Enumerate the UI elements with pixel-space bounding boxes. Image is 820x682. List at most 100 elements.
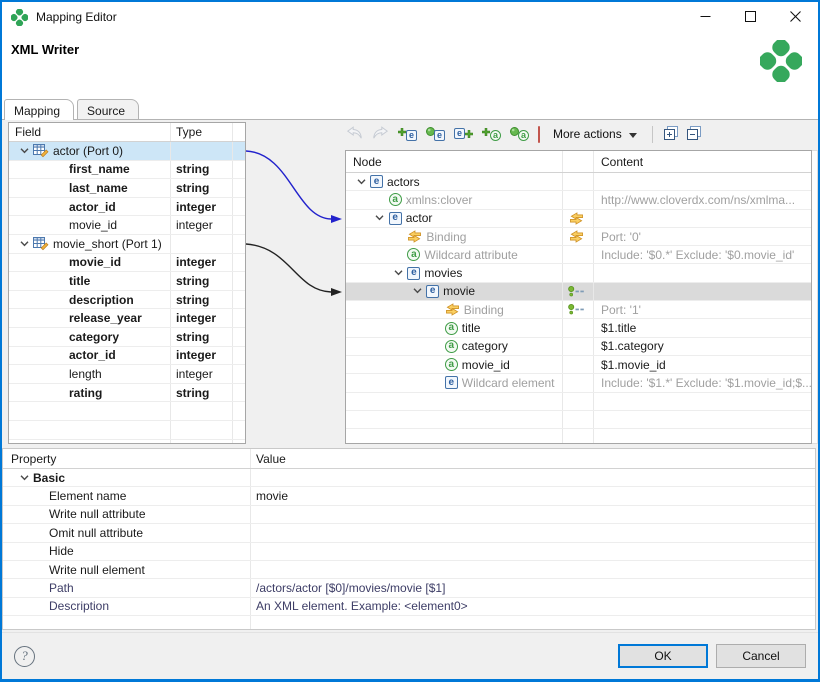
- property-value: An XML element. Example: <element0>: [256, 599, 468, 613]
- field-row[interactable]: first_namestring: [9, 161, 245, 180]
- add-attribute-button[interactable]: a: [481, 123, 502, 145]
- field-label: description: [69, 293, 134, 307]
- expand-all-button[interactable]: [663, 125, 679, 144]
- field-row[interactable]: actor_idinteger: [9, 198, 245, 217]
- node-row[interactable]: atitle$1.title: [346, 319, 811, 337]
- mapping-arrow-port0: [246, 151, 331, 219]
- tab-mapping[interactable]: Mapping: [4, 99, 74, 120]
- minimize-icon: [700, 10, 711, 25]
- attribute-icon: a: [407, 248, 420, 261]
- node-content: $1.title: [601, 321, 636, 335]
- field-row[interactable]: categorystring: [9, 328, 245, 347]
- field-row[interactable]: ratingstring: [9, 384, 245, 403]
- field-row[interactable]: lengthinteger: [9, 365, 245, 384]
- dialog-footer: ? OK Cancel: [2, 632, 818, 679]
- ok-button-label: OK: [654, 649, 671, 663]
- add-child-element-button[interactable]: e: [397, 123, 418, 145]
- cancel-button[interactable]: Cancel: [716, 644, 806, 668]
- node-content: $1.movie_id: [601, 358, 666, 372]
- empty-row: [9, 402, 245, 421]
- property-row[interactable]: Path/actors/actor [$0]/movies/movie [$1]: [3, 579, 815, 597]
- collapse-all-button[interactable]: [686, 125, 702, 144]
- field-row[interactable]: actor (Port 0): [9, 142, 245, 161]
- node-row[interactable]: aWildcard attributeInclude: '$0.*' Exclu…: [346, 246, 811, 264]
- node-content: Include: '$0.*' Exclude: '$0.movie_id': [601, 248, 794, 262]
- field-row[interactable]: movie_idinteger: [9, 254, 245, 273]
- chevron-down-icon[interactable]: [389, 270, 407, 276]
- chevron-down-icon[interactable]: [352, 179, 370, 185]
- field-row[interactable]: actor_idinteger: [9, 347, 245, 366]
- node-row[interactable]: acategory$1.category: [346, 338, 811, 356]
- chevron-down-icon[interactable]: [371, 215, 389, 221]
- property-row[interactable]: Write null attribute: [3, 506, 815, 524]
- node-row[interactable]: eWildcard elementInclude: '$1.*' Exclude…: [346, 374, 811, 392]
- property-row[interactable]: Basic: [3, 469, 815, 487]
- element-icon: e: [407, 267, 420, 280]
- maximize-button[interactable]: [728, 2, 773, 32]
- column-header-node: Node: [353, 155, 382, 169]
- element-icon: e: [426, 285, 439, 298]
- chevron-down-icon[interactable]: [15, 475, 33, 481]
- node-label: category: [462, 339, 508, 353]
- field-type: string: [176, 274, 209, 288]
- property-row[interactable]: Hide: [3, 543, 815, 561]
- node-content: Port: '0': [601, 230, 641, 244]
- field-label: actor_id: [69, 200, 116, 214]
- key-icon: [568, 304, 585, 315]
- vertical-scrollbar[interactable]: [812, 150, 818, 444]
- binding-icon: [569, 212, 584, 225]
- more-actions-button[interactable]: More actions: [548, 124, 642, 144]
- node-row[interactable]: emovie: [346, 283, 811, 301]
- field-row[interactable]: movie_idinteger: [9, 216, 245, 235]
- field-row[interactable]: release_yearinteger: [9, 309, 245, 328]
- field-type: string: [176, 293, 209, 307]
- field-row[interactable]: titlestring: [9, 272, 245, 291]
- node-label: movie: [443, 284, 475, 298]
- node-label: xmlns:clover: [406, 193, 473, 207]
- field-row[interactable]: description string: [9, 291, 245, 310]
- cloverdx-logo-icon: [760, 40, 802, 85]
- node-row[interactable]: BindingPort: '1': [346, 301, 811, 319]
- property-row[interactable]: Element name movie: [3, 487, 815, 505]
- field-row[interactable]: last_namestring: [9, 179, 245, 198]
- remove-button[interactable]: [537, 126, 541, 143]
- node-row[interactable]: eactors: [346, 173, 811, 191]
- mapping-toolbar: eeeaaMore actions: [345, 120, 702, 148]
- insert-element-button[interactable]: e: [453, 123, 474, 145]
- tab-mapping-label: Mapping: [14, 104, 60, 118]
- field-label: first_name: [69, 162, 130, 176]
- field-label: rating: [69, 386, 102, 400]
- property-value: movie: [256, 489, 288, 503]
- tab-source[interactable]: Source: [77, 99, 139, 119]
- field-type: integer: [176, 311, 216, 325]
- redo-button[interactable]: [371, 125, 390, 143]
- add-wildcard-element-button[interactable]: e: [425, 123, 446, 145]
- field-type: integer: [176, 367, 213, 381]
- column-header-value: Value: [256, 452, 286, 466]
- property-name: Element name: [49, 489, 126, 503]
- node-row[interactable]: BindingPort: '0': [346, 228, 811, 246]
- undo-button[interactable]: [345, 125, 364, 143]
- node-row[interactable]: amovie_id$1.movie_id: [346, 356, 811, 374]
- record-icon: [33, 143, 49, 158]
- column-header-type: Type: [176, 125, 202, 139]
- field-type: integer: [176, 218, 213, 232]
- add-wildcard-attribute-button[interactable]: a: [509, 123, 530, 145]
- help-button[interactable]: ?: [14, 646, 35, 667]
- chevron-down-icon[interactable]: [15, 241, 33, 247]
- close-button[interactable]: [773, 2, 818, 32]
- title-bar[interactable]: Mapping Editor: [2, 2, 818, 32]
- field-row[interactable]: movie_short (Port 1): [9, 235, 245, 254]
- node-row[interactable]: axmlns:cloverhttp://www.cloverdx.com/ns/…: [346, 191, 811, 209]
- chevron-down-icon[interactable]: [408, 288, 426, 294]
- node-row[interactable]: eactor: [346, 210, 811, 228]
- property-row[interactable]: DescriptionAn XML element. Example: <ele…: [3, 598, 815, 616]
- node-row[interactable]: emovies: [346, 264, 811, 282]
- chevron-down-icon[interactable]: [15, 148, 33, 154]
- minimize-button[interactable]: [683, 2, 728, 32]
- ok-button[interactable]: OK: [618, 644, 708, 668]
- property-row[interactable]: Omit null attribute: [3, 524, 815, 542]
- empty-row: [9, 421, 245, 440]
- property-row[interactable]: Write null element: [3, 561, 815, 579]
- column-header-field: Field: [15, 125, 41, 139]
